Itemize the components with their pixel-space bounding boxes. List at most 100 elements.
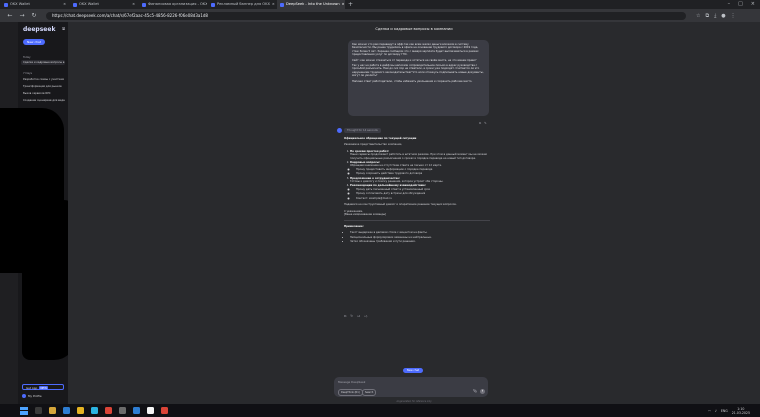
- answer-item: Предложение о сотрудничестве: Готовы к д…: [350, 177, 490, 184]
- answer-closing: Надеемся на конструктивный диалог и опер…: [344, 203, 457, 207]
- browser-tab[interactable]: OKX Wallet ×: [70, 0, 138, 9]
- browser-tab-active[interactable]: DeepSeek - Into the Unknown ×: [277, 0, 345, 9]
- chart-app-icon[interactable]: [133, 407, 140, 414]
- message-composer[interactable]: Message DeepSeek DeepThink (R1) Search 📎…: [334, 377, 488, 397]
- answer-intro: Уважаемое представительство компании,: [344, 143, 403, 147]
- reload-icon[interactable]: ↻: [30, 12, 38, 19]
- tab-label: Рекламный баннер для OKX: [217, 2, 270, 6]
- downloads-icon[interactable]: ⤓: [714, 13, 716, 19]
- answer-item-text: Наши сервисы продолжают работать в штатн…: [350, 153, 487, 160]
- star-icon[interactable]: ☆: [696, 13, 700, 19]
- chrome-icon[interactable]: [161, 407, 168, 414]
- browser-tab[interactable]: Рекламный баннер для OKX ×: [208, 0, 276, 9]
- thumbs-down-icon[interactable]: 👎︎: [364, 314, 367, 318]
- collapse-sidebar-icon[interactable]: ⧈: [62, 26, 65, 32]
- menu-icon[interactable]: ⋮: [731, 13, 736, 19]
- minimize-icon[interactable]: –: [728, 0, 731, 9]
- assistant-message: Официальное обращение по текущей ситуаци…: [344, 137, 490, 244]
- get-app-button[interactable]: Get App NEW: [22, 384, 64, 390]
- back-icon[interactable]: ←: [6, 12, 14, 19]
- forward-icon[interactable]: →: [18, 12, 26, 19]
- app-icon[interactable]: [147, 407, 154, 414]
- sidebar-chat-item[interactable]: Вызов сервисов RPC: [21, 91, 65, 96]
- window-controls: – □ ×: [728, 0, 760, 9]
- tab-label: OKX Wallet: [79, 2, 99, 6]
- answer-bullet: Контакт: example@mail.ru: [356, 197, 490, 200]
- note-heading: Примечание:: [344, 224, 364, 228]
- language-indicator[interactable]: ENG: [721, 409, 728, 413]
- wifi-icon[interactable]: ◠: [708, 409, 711, 413]
- tab-label: DeepSeek - Into the Unknown: [286, 2, 340, 6]
- send-button[interactable]: ↑: [480, 389, 485, 394]
- divider: [344, 220, 490, 221]
- deepseek-avatar-icon: [337, 128, 342, 133]
- sidebar-chat-item-active[interactable]: Сделка и кадровые вопросы в компании: [21, 60, 65, 65]
- tab-label: OKX Wallet: [10, 2, 30, 6]
- folder-icon[interactable]: [77, 407, 84, 414]
- tab-label: Финансовая организация - OKX: [148, 2, 207, 6]
- note-bullet: Эмоциональные формулировки заменены на н…: [350, 236, 490, 239]
- answer-bullet: Прошу предоставить информацию о порядке …: [356, 168, 490, 171]
- telegram-icon[interactable]: [91, 407, 98, 414]
- thumbs-up-icon[interactable]: 👍︎: [357, 314, 360, 318]
- answer-signature: [Ваше имя/название команды]: [344, 212, 387, 216]
- tab-favicon-icon: [73, 2, 77, 7]
- thought-toggle[interactable]: Thought for 14 seconds: [344, 128, 381, 133]
- clock[interactable]: 1:10 21.03.2025: [732, 407, 750, 415]
- sidebar-chat-item[interactable]: Создание сценариев для видео: [21, 98, 65, 103]
- store-icon[interactable]: [63, 407, 70, 414]
- app-icon[interactable]: [119, 407, 126, 414]
- chrome-icon[interactable]: [105, 407, 112, 414]
- section-label-7days: 7 Days: [23, 72, 32, 75]
- taskbar: ◠ ♪ ENG 1:10 21.03.2025: [0, 404, 760, 417]
- answer-item-text: Готовы к диалогу и поиску решения, котор…: [350, 180, 444, 184]
- user-message-actions: ⧉ ✎: [479, 121, 487, 125]
- sidebar-chat-item[interactable]: Трансформация для рынков: [21, 84, 65, 89]
- close-window-icon[interactable]: ×: [751, 0, 755, 9]
- file-explorer-icon[interactable]: [49, 407, 56, 414]
- copy-icon[interactable]: ⧉: [479, 121, 481, 125]
- browser-toolbar: ← → ↻ https://chat.deepseek.com/a/chat/s…: [0, 9, 760, 22]
- user-message-paragraph: Так у нас на работе в дейф мы написали с…: [352, 64, 484, 78]
- extensions-icon[interactable]: ⧉: [705, 13, 709, 19]
- maximize-icon[interactable]: □: [738, 0, 743, 9]
- windows-start-icon[interactable]: [20, 406, 28, 415]
- regenerate-icon[interactable]: ↻: [350, 314, 353, 318]
- close-icon[interactable]: ×: [272, 0, 275, 9]
- profile-label: My Profile: [28, 394, 42, 398]
- address-bar[interactable]: https://chat.deepseek.com/a/chat/s/67ef2…: [46, 11, 686, 20]
- note-bullet: Текст выдержан в деловом стиле с акценто…: [350, 231, 490, 234]
- answer-bullet: Прошу согласовать дату встречи для обсуж…: [356, 192, 490, 195]
- note-bullet: Четко обозначены требования и пути решен…: [350, 240, 490, 243]
- answer-heading: Официальное обращение по текущей ситуаци…: [344, 137, 417, 140]
- browser-tab[interactable]: Финансовая организация - OKX×: [139, 0, 207, 9]
- tab-favicon-icon: [142, 2, 146, 7]
- new-tab-icon[interactable]: +: [345, 0, 356, 9]
- deepthink-toggle[interactable]: DeepThink (R1): [338, 389, 363, 396]
- user-message: Как можно что рам переведут в офф.так ка…: [348, 40, 489, 116]
- attach-icon[interactable]: 📎︎: [473, 389, 477, 393]
- avatar: [22, 394, 26, 398]
- edit-icon[interactable]: ✎: [484, 121, 487, 125]
- answer-item: По срокам простоя работ: Наши сервисы пр…: [350, 150, 490, 160]
- message-input-placeholder[interactable]: Message DeepSeek: [338, 380, 365, 384]
- sidebar-chat-item[interactable]: Разработка схемы с участием: [21, 77, 65, 82]
- system-tray: ◠ ♪ ENG 1:10 21.03.2025: [708, 407, 760, 415]
- copy-icon[interactable]: ⧉: [344, 314, 346, 318]
- new-badge: NEW: [39, 386, 48, 390]
- user-message-paragraph: Сайт: как можно отказаться от перевода и…: [352, 58, 477, 62]
- new-chat-pill-button[interactable]: New chat: [403, 368, 423, 373]
- deepseek-favicon-icon: [280, 2, 284, 7]
- profile-icon[interactable]: ●: [721, 13, 725, 19]
- volume-icon[interactable]: ♪: [715, 409, 717, 413]
- chat-title: Сделка и кадровые вопросы в компании: [375, 27, 453, 31]
- close-icon[interactable]: ×: [132, 0, 135, 9]
- answer-bullet: Прошу сохранить действие трудового догов…: [356, 172, 490, 175]
- close-icon[interactable]: ×: [63, 0, 66, 9]
- browser-tab[interactable]: OKX Wallet ×: [1, 0, 69, 9]
- answer-item: Кадровые вопросы: Обращаем внимание на о…: [350, 161, 490, 176]
- search-icon[interactable]: [35, 407, 42, 414]
- profile-menu[interactable]: My Profile: [22, 394, 42, 398]
- search-toggle[interactable]: Search: [362, 389, 377, 396]
- new-chat-button[interactable]: New chat: [23, 39, 45, 45]
